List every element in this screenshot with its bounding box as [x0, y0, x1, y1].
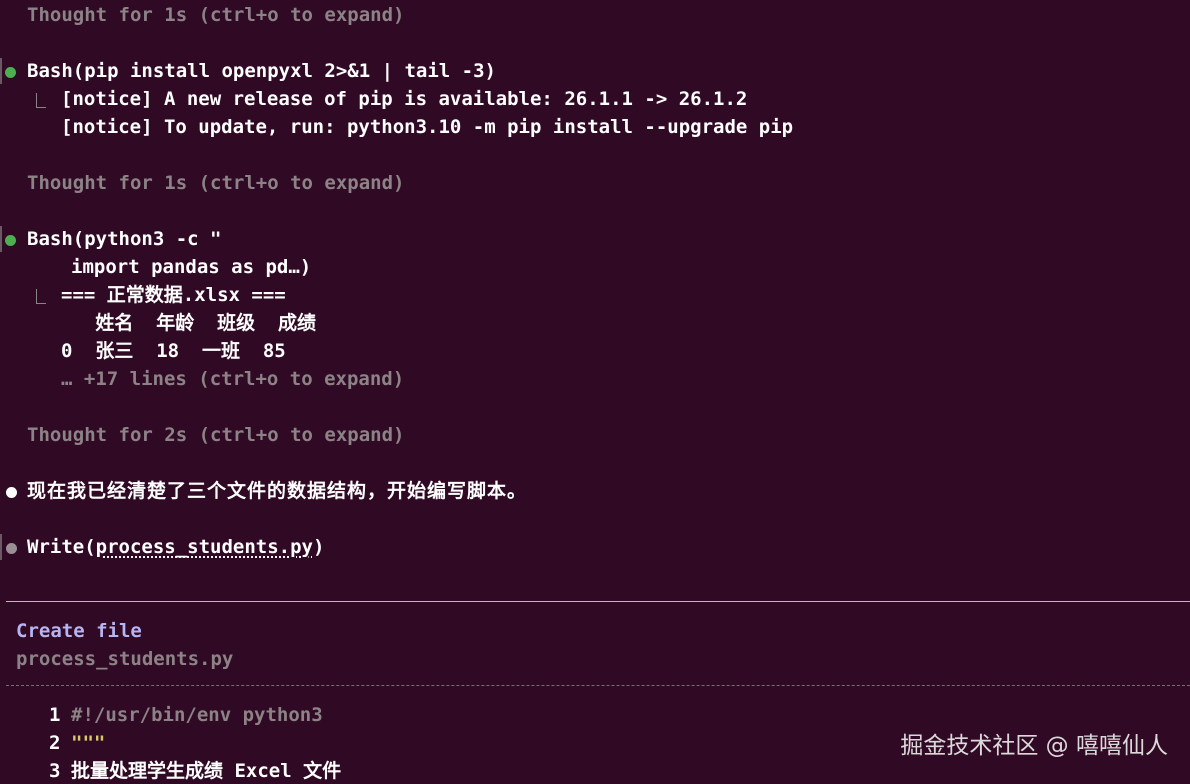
thought-status[interactable]: Thought for 1s (ctrl+o to expand) [27, 169, 405, 197]
bash-command: Bash(pip install openpyxl 2>&1 | tail -3… [27, 60, 496, 82]
panel-top-divider [6, 601, 1190, 602]
assistant-message: 现在我已经清楚了三个文件的数据结构，开始编写脚本。 [27, 480, 528, 502]
code-line-number: 2 [49, 732, 61, 754]
code-line-number: 1 [49, 704, 61, 726]
terminal-window: Thought for 1s (ctrl+o to expand) Bash(p… [0, 0, 1190, 784]
write-suffix: ) [312, 536, 325, 558]
create-file-filename: process_students.py [16, 648, 234, 670]
bash-output-line: [notice] A new release of pip is availab… [61, 88, 748, 110]
success-bullet-icon [5, 235, 16, 246]
bash-output-line: 姓名 年龄 班级 成绩 [61, 312, 316, 334]
scroll-edge-marker [0, 534, 2, 560]
panel-dashed-divider [6, 685, 1190, 686]
bash-command: Bash(python3 -c " [27, 228, 222, 250]
output-elbow-icon [36, 289, 46, 304]
code-line-text: """ [71, 732, 106, 754]
thought-status[interactable]: Thought for 2s (ctrl+o to expand) [27, 421, 405, 449]
message-bullet-icon [6, 487, 17, 498]
bash-command-continuation: import pandas as pd…) [71, 256, 312, 278]
pending-bullet-icon [6, 543, 17, 554]
create-file-title: Create file [16, 620, 142, 642]
success-bullet-icon [5, 67, 16, 78]
bash-output-line: === 正常数据.xlsx === [61, 284, 286, 306]
write-prefix: Write( [27, 536, 96, 558]
bash-output-line: [notice] To update, run: python3.10 -m p… [61, 116, 794, 138]
scroll-edge-marker [0, 58, 2, 84]
code-line-text: 批量处理学生成绩 Excel 文件 [71, 760, 342, 782]
site-watermark: 掘金技术社区 @ 嘻嘻仙人 [900, 733, 1168, 759]
code-line-text: #!/usr/bin/env python3 [71, 704, 323, 726]
write-tool-call: Write(process_students.py) [27, 533, 324, 561]
code-line-number: 3 [49, 760, 61, 782]
output-elbow-icon [36, 93, 46, 108]
bash-output-line: 0 张三 18 一班 85 [61, 340, 286, 362]
expand-more-lines[interactable]: … +17 lines (ctrl+o to expand) [61, 365, 404, 393]
thought-status[interactable]: Thought for 1s (ctrl+o to expand) [27, 1, 405, 29]
scroll-edge-marker [0, 226, 2, 252]
write-filename[interactable]: process_students.py [96, 536, 313, 558]
